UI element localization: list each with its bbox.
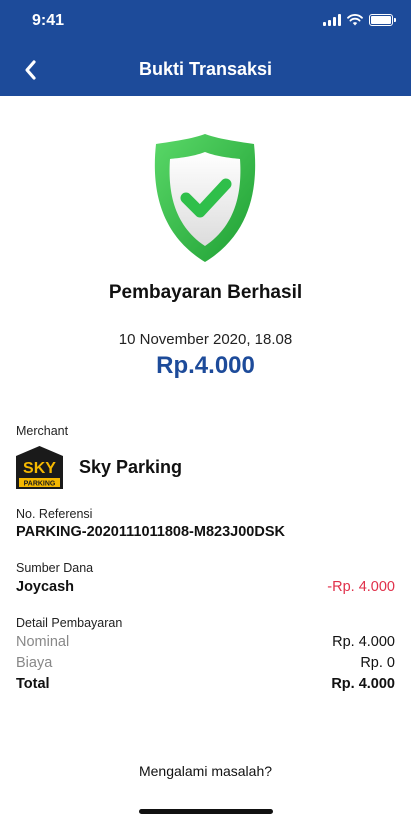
transaction-amount: Rp.4.000 (156, 352, 255, 379)
funding-label: Sumber Dana (16, 561, 94, 575)
result-title: Pembayaran Berhasil (108, 282, 303, 303)
nominal-label: Nominal (16, 634, 70, 650)
svg-text:SKY: SKY (23, 460, 56, 477)
funding-amount: -Rp. 4.000 (327, 579, 395, 595)
wifi-icon (347, 14, 363, 26)
status-icons (323, 14, 396, 26)
reference-label: No. Referensi (16, 507, 93, 521)
success-shield-icon (154, 134, 256, 262)
merchant-name: Sky Parking (79, 457, 183, 477)
payment-detail-label: Detail Pembayaran (16, 616, 123, 630)
fee-label: Biaya (16, 655, 53, 671)
merchant-label: Merchant (16, 424, 69, 438)
funding-source: Joycash (16, 579, 75, 595)
total-label: Total (16, 676, 50, 692)
home-indicator (139, 809, 273, 814)
signal-icon (323, 14, 341, 26)
status-time: 9:41 (32, 12, 65, 29)
help-link[interactable]: Mengalami masalah? (0, 763, 411, 779)
merchant-row: SKY PARKING Sky Parking (16, 446, 182, 489)
fee-value: Rp. 0 (360, 655, 395, 671)
svg-text:PARKING: PARKING (24, 481, 56, 488)
battery-icon (369, 14, 396, 26)
reference-value: PARKING-2020111011808-M823J00DSK (16, 524, 285, 540)
app-header: 9:41 Bukti Transaksi (0, 0, 411, 96)
nominal-value: Rp. 4.000 (332, 634, 395, 650)
page-title: Bukti Transaksi (138, 59, 273, 79)
total-value: Rp. 4.000 (331, 676, 395, 692)
transaction-datetime: 10 November 2020, 18.08 (118, 331, 293, 348)
sky-parking-logo: SKY PARKING (16, 446, 63, 489)
